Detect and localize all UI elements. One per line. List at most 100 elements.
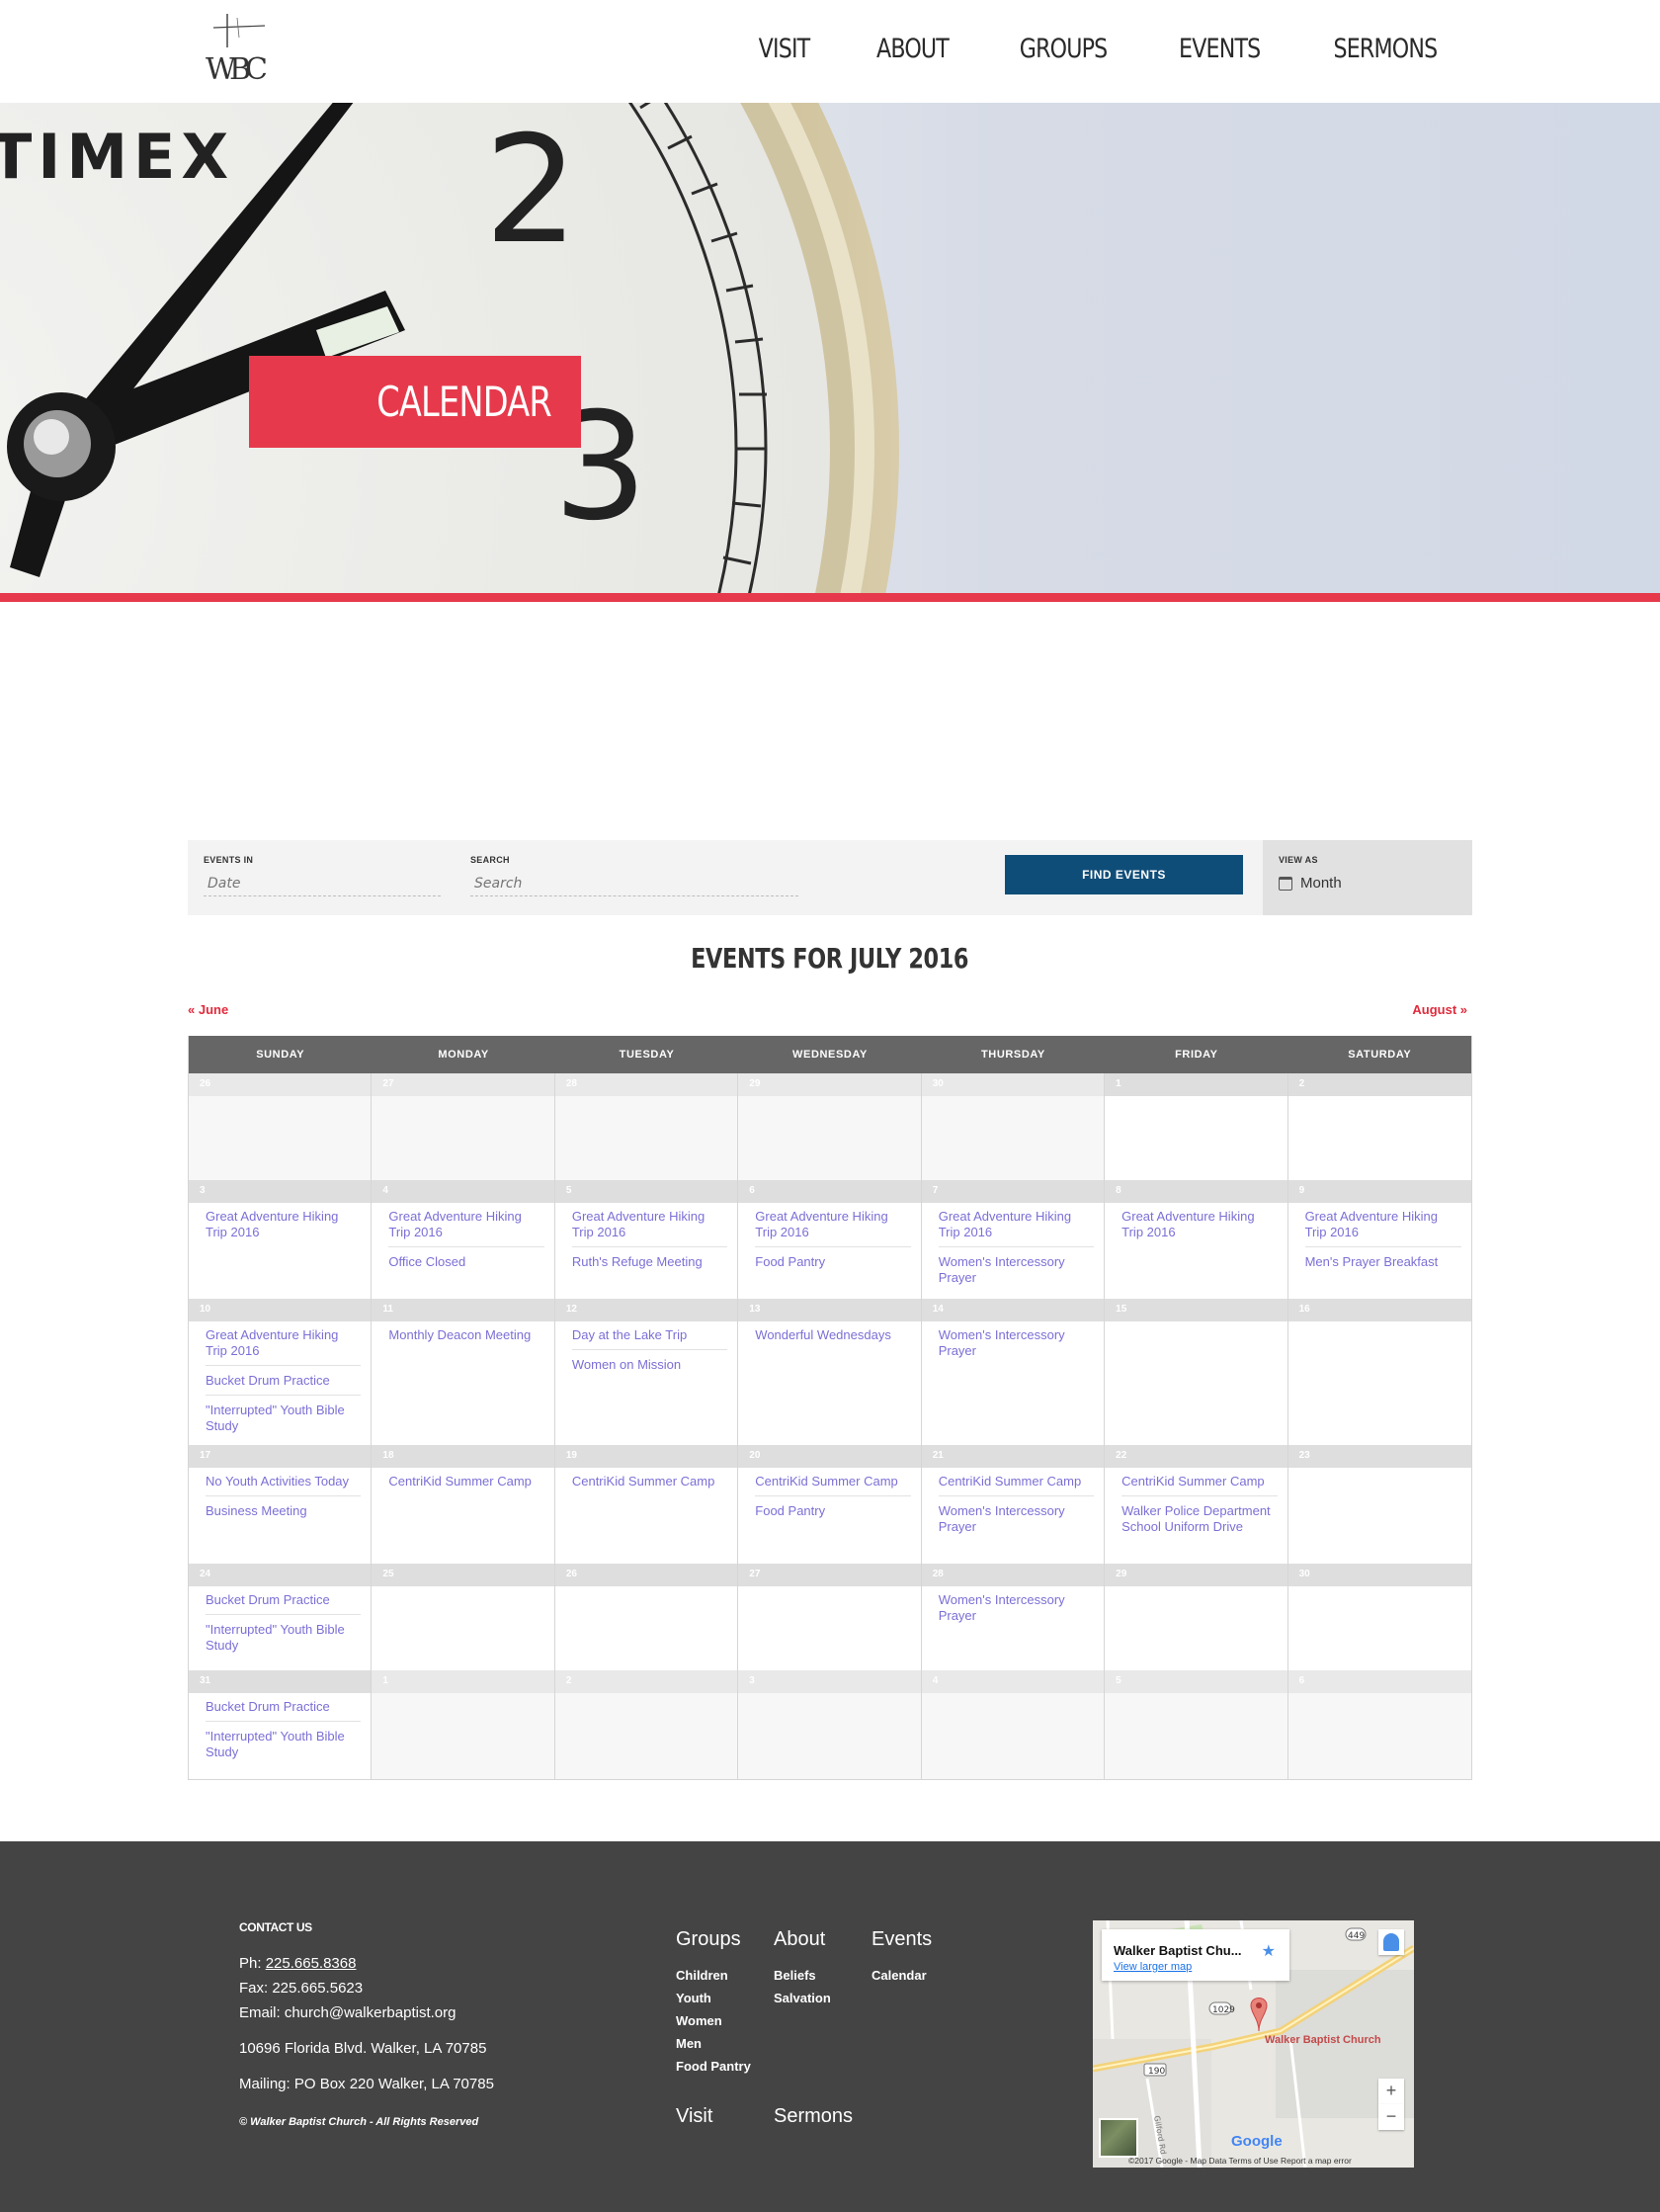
calendar-event-link[interactable]: Women's Intercessory Prayer [939,1501,1094,1541]
calendar-event-link[interactable]: Day at the Lake Trip [571,1325,728,1350]
calendar-day-cell[interactable]: 15 [1105,1299,1288,1445]
calendar-day-cell[interactable]: 1 [1105,1073,1288,1180]
calendar-event-link[interactable]: CentriKid Summer Camp [1121,1472,1278,1496]
calendar-day-cell[interactable]: 4 [921,1670,1106,1779]
calendar-event-link[interactable]: "Interrupted" Youth Bible Study [206,1620,361,1659]
calendar-event-link[interactable]: Men's Prayer Breakfast [1305,1252,1461,1276]
footer-groups-title[interactable]: Groups [676,1928,741,1951]
calendar-event-link[interactable]: Office Closed [388,1252,543,1276]
calendar-day-cell[interactable]: 8 Great Adventure Hiking Trip 2016 [1105,1180,1288,1299]
date-input[interactable] [204,871,441,896]
calendar-day-cell[interactable]: 20 CentriKid Summer Camp Food Pantry [738,1445,922,1564]
calendar-day-cell[interactable]: 29 [1105,1564,1288,1670]
calendar-event-link[interactable]: Walker Police Department School Uniform … [1121,1501,1277,1541]
footer-link-men[interactable]: Men [676,2036,702,2051]
street-view-icon[interactable] [1378,1929,1404,1955]
calendar-event-link[interactable]: Wonderful Wednesdays [755,1325,910,1349]
calendar-event-link[interactable]: CentriKid Summer Camp [755,1472,911,1496]
star-icon[interactable]: ★ [1262,1941,1276,1961]
footer-link-food-pantry[interactable]: Food Pantry [676,2059,751,2074]
calendar-day-cell[interactable]: 30 [921,1073,1106,1180]
calendar-day-cell[interactable]: 6 Great Adventure Hiking Trip 2016 Food Pa… [738,1180,922,1299]
calendar-day-cell[interactable]: 3 [738,1670,922,1779]
calendar-day-cell[interactable]: 2 [1287,1073,1471,1180]
calendar-event-link[interactable]: Great Adventure Hiking Trip 2016 [938,1207,1095,1247]
calendar-event-link[interactable]: Bucket Drum Practice [206,1590,362,1615]
calendar-event-link[interactable]: Women's Intercessory Prayer [939,1325,1094,1365]
calendar-event-link[interactable]: Great Adventure Hiking Trip 2016 [1304,1207,1461,1247]
footer-link-salvation[interactable]: Salvation [774,1991,831,2005]
calendar-event-link[interactable]: Great Adventure Hiking Trip 2016 [571,1207,728,1247]
nav-about[interactable]: ABOUT [876,34,950,64]
find-events-button[interactable]: FIND EVENTS [1005,855,1243,894]
calendar-event-link[interactable]: Food Pantry [755,1252,910,1276]
nav-events[interactable]: EVENTS [1179,34,1261,64]
calendar-day-cell[interactable]: 29 [738,1073,922,1180]
calendar-day-cell[interactable]: 7 Great Adventure Hiking Trip 2016 Women's… [921,1180,1106,1299]
footer-link-calendar[interactable]: Calendar [872,1968,927,1983]
calendar-day-cell[interactable]: 18 CentriKid Summer Camp [372,1445,555,1564]
calendar-event-link[interactable]: CentriKid Summer Camp [572,1472,727,1495]
calendar-day-cell[interactable]: 25 [372,1564,555,1670]
calendar-event-link[interactable]: Great Adventure Hiking Trip 2016 [755,1207,911,1247]
calendar-day-cell[interactable]: 28 Women's Intercessory Prayer [921,1564,1106,1670]
calendar-event-link[interactable]: Food Pantry [755,1501,910,1525]
calendar-day-cell[interactable]: 28 [554,1073,739,1180]
footer-about-title[interactable]: About [774,1928,825,1951]
footer-link-youth[interactable]: Youth [676,1991,711,2005]
calendar-day-cell[interactable]: 19 CentriKid Summer Camp [554,1445,739,1564]
calendar-event-link[interactable]: Bucket Drum Practice [206,1697,362,1722]
zoom-in-button[interactable]: + [1378,2079,1404,2104]
calendar-event-link[interactable]: Bucket Drum Practice [206,1371,362,1396]
calendar-event-link[interactable]: Ruth's Refuge Meeting [572,1252,727,1276]
footer-events-title[interactable]: Events [872,1928,932,1951]
phone-link[interactable]: 225.665.8368 [266,1955,357,1972]
calendar-event-link[interactable]: Women's Intercessory Prayer [939,1252,1094,1292]
satellite-view-toggle[interactable] [1099,2118,1138,2158]
calendar-day-cell[interactable]: 11 Monthly Deacon Meeting [372,1299,555,1445]
search-input[interactable] [470,871,798,896]
calendar-event-link[interactable]: Women on Mission [572,1355,727,1379]
view-larger-map-link[interactable]: View larger map [1114,1961,1192,1973]
nav-visit[interactable]: VISIT [758,34,810,64]
footer-visit-title[interactable]: Visit [676,2105,712,2128]
calendar-day-cell[interactable]: 14 Women's Intercessory Prayer [921,1299,1106,1445]
calendar-event-link[interactable]: CentriKid Summer Camp [938,1472,1095,1496]
footer-link-children[interactable]: Children [676,1968,728,1983]
calendar-day-cell[interactable]: 21 CentriKid Summer Camp Women's Intercess… [921,1445,1106,1564]
calendar-day-cell[interactable]: 26 [554,1564,739,1670]
calendar-day-cell[interactable]: 31 Bucket Drum Practice "Interrupted" Yout… [189,1670,373,1779]
calendar-day-cell[interactable]: 24 Bucket Drum Practice "Interrupted" Yout… [189,1564,373,1670]
view-as-selector[interactable]: VIEW AS Month [1263,840,1472,915]
calendar-day-cell[interactable]: 12 Day at the Lake Trip Women on Mission [554,1299,739,1445]
calendar-day-cell[interactable]: 23 [1287,1445,1471,1564]
calendar-event-link[interactable]: "Interrupted" Youth Bible Study [206,1727,361,1766]
contact-email[interactable]: Email: church@walkerbaptist.org [239,2004,456,2021]
location-map[interactable]: 1029 190 449 Gilford Rd Walker Baptist C… [1093,1920,1414,2168]
calendar-event-link[interactable]: Women's Intercessory Prayer [939,1590,1094,1630]
calendar-day-cell[interactable]: 5 Great Adventure Hiking Trip 2016 Ruth's … [554,1180,739,1299]
calendar-event-link[interactable]: Business Meeting [206,1501,361,1525]
calendar-day-cell[interactable]: 10 Great Adventure Hiking Trip 2016 Bucket… [189,1299,373,1445]
footer-sermons-title[interactable]: Sermons [774,2105,853,2128]
footer-link-women[interactable]: Women [676,2013,722,2028]
calendar-day-cell[interactable]: 4 Great Adventure Hiking Trip 2016 Office … [372,1180,555,1299]
next-month-link[interactable]: August » [1412,1002,1467,1017]
calendar-day-cell[interactable]: 27 [372,1073,555,1180]
calendar-event-link[interactable]: Great Adventure Hiking Trip 2016 [1121,1207,1277,1246]
calendar-day-cell[interactable]: 1 [372,1670,555,1779]
calendar-day-cell[interactable]: 3 Great Adventure Hiking Trip 2016 [189,1180,373,1299]
footer-link-beliefs[interactable]: Beliefs [774,1968,816,1983]
calendar-day-cell[interactable]: 16 [1287,1299,1471,1445]
calendar-day-cell[interactable]: 22 CentriKid Summer Camp Walker Police Dep… [1105,1445,1288,1564]
calendar-day-cell[interactable]: 5 [1105,1670,1288,1779]
nav-sermons[interactable]: SERMONS [1334,34,1439,64]
calendar-event-link[interactable]: "Interrupted" Youth Bible Study [206,1401,361,1440]
calendar-day-cell[interactable]: 27 [738,1564,922,1670]
calendar-day-cell[interactable]: 6 [1287,1670,1471,1779]
calendar-event-link[interactable]: Great Adventure Hiking Trip 2016 [206,1325,362,1366]
previous-month-link[interactable]: « June [188,1002,228,1017]
calendar-day-cell[interactable]: 2 [554,1670,739,1779]
calendar-day-cell[interactable]: 17 No Youth Activities Today Business Meet… [189,1445,373,1564]
zoom-out-button[interactable]: − [1378,2104,1404,2130]
